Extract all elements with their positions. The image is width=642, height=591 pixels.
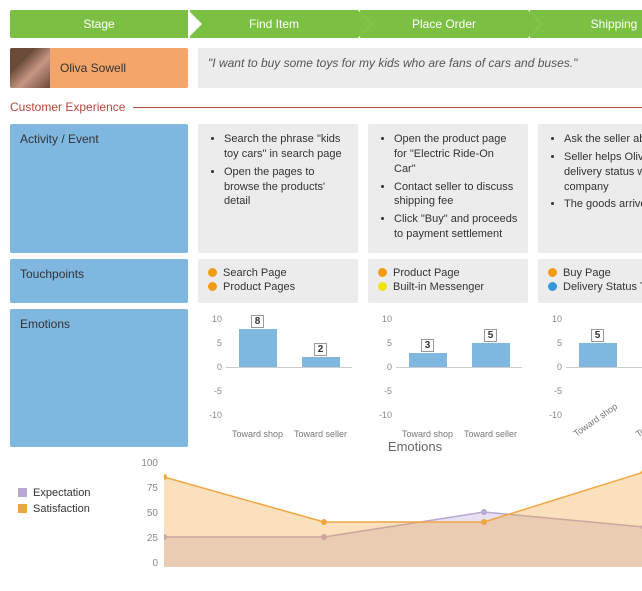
bar: 5 (472, 343, 510, 367)
row-touchpoints: Touchpoints Search Page Product Pages Pro… (10, 259, 642, 303)
list-item: Ask the seller about (564, 132, 642, 147)
divider (133, 107, 642, 108)
y-tick: 10 (540, 314, 562, 324)
touchpoint-label: Delivery Status Tracking (563, 281, 642, 293)
stage-header: Stage (10, 10, 188, 38)
touchpoint-item: Product Page (378, 267, 518, 279)
y-tick: 100 (130, 458, 158, 469)
dot-icon (208, 282, 217, 291)
touchpoint-item: Product Pages (208, 281, 348, 293)
row-activity: Activity / Event Search the phrase "kids… (10, 124, 642, 253)
list-item: Open the pages to browse the products' d… (224, 165, 348, 210)
stage-find-item: Find Item (190, 10, 358, 38)
legend-swatch-purple (18, 488, 27, 497)
y-tick: -5 (370, 386, 392, 396)
line-chart-title: Emotions (388, 439, 442, 454)
list-item: The goods arrived day (564, 197, 642, 212)
persona-row: Oliva Sowell "I want to buy some toys fo… (10, 48, 642, 88)
bar-value: 3 (409, 339, 447, 352)
row-label-emotions: Emotions (10, 309, 188, 447)
avatar (10, 48, 50, 88)
x-category: Toward seller (291, 429, 351, 439)
touchpoints-col-3: Buy Page Delivery Status Tracking (538, 259, 642, 303)
section-title: Customer Experience (10, 100, 125, 114)
dot-icon (378, 268, 387, 277)
emotions-line-block: Expectation Satisfaction Emotions 100755… (10, 457, 642, 577)
bar-value: 8 (239, 315, 277, 328)
bar-value: 5 (472, 329, 510, 342)
list-item: Seller helps Oliva to delivery status wi… (564, 150, 642, 195)
list-item: Contact seller to discuss shipping fee (394, 180, 518, 210)
y-tick: -5 (540, 386, 562, 396)
y-tick: 10 (200, 314, 222, 324)
dot-icon (548, 282, 557, 291)
y-tick: -10 (200, 410, 222, 420)
x-category: Toward shop (228, 429, 288, 439)
y-tick: 25 (130, 533, 158, 544)
x-category: Toward shop (398, 429, 458, 439)
list-item: Search the phrase "kids toy cars" in sea… (224, 132, 348, 162)
persona-card: Oliva Sowell (10, 48, 188, 88)
activity-col-2: Open the product page for "Electric Ride… (368, 124, 528, 253)
row-label-activity: Activity / Event (10, 124, 188, 253)
y-tick: 5 (370, 338, 392, 348)
touchpoint-item: Built-in Messenger (378, 281, 518, 293)
bar: 3 (409, 353, 447, 367)
activity-col-1: Search the phrase "kids toy cars" in sea… (198, 124, 358, 253)
emotions-chart-1: 8 2 10 5 0 -5 -10 Toward shopToward seller (198, 309, 358, 447)
row-label-touchpoints: Touchpoints (10, 259, 188, 303)
y-tick: -10 (540, 410, 562, 420)
dot-icon (378, 282, 387, 291)
bar: 5 (579, 343, 617, 367)
stage-shipping: Shipping (530, 10, 642, 38)
row-emotions: Emotions 821050-5-10Toward shopToward se… (10, 309, 642, 447)
y-tick: -10 (370, 410, 392, 420)
touchpoint-label: Product Page (393, 267, 460, 279)
touchpoint-label: Search Page (223, 267, 287, 279)
bar-value: 5 (579, 329, 617, 342)
persona-name: Oliva Sowell (50, 61, 126, 75)
legend: Expectation Satisfaction (10, 457, 130, 577)
legend-label: Satisfaction (33, 503, 90, 515)
stage-place-order: Place Order (360, 10, 528, 38)
y-tick: 0 (540, 362, 562, 372)
bar: 2 (302, 357, 340, 367)
touchpoint-item: Search Page (208, 267, 348, 279)
section-customer-experience: Customer Experience (10, 100, 642, 114)
y-tick: 5 (200, 338, 222, 348)
touchpoint-label: Buy Page (563, 267, 611, 279)
stage-row: Stage Find Item Place Order Shipping (10, 10, 642, 38)
legend-satisfaction: Satisfaction (18, 503, 122, 515)
legend-swatch-orange (18, 504, 27, 513)
legend-label: Expectation (33, 487, 90, 499)
dot-icon (548, 268, 557, 277)
dot-icon (208, 268, 217, 277)
y-tick: 10 (370, 314, 392, 324)
touchpoint-item: Buy Page (548, 267, 642, 279)
legend-expectation: Expectation (18, 487, 122, 499)
bar: 8 (239, 329, 277, 367)
y-tick: 0 (200, 362, 222, 372)
touchpoint-item: Delivery Status Tracking (548, 281, 642, 293)
line-chart: Emotions 1007550250 (130, 457, 642, 577)
y-tick: 75 (130, 483, 158, 494)
activity-col-3: Ask the seller about Seller helps Oliva … (538, 124, 642, 253)
touchpoint-label: Product Pages (223, 281, 295, 293)
y-tick: 50 (130, 508, 158, 519)
y-tick: 5 (540, 338, 562, 348)
persona-quote: "I want to buy some toys for my kids who… (198, 48, 642, 88)
y-tick: 0 (370, 362, 392, 372)
y-tick: -5 (200, 386, 222, 396)
list-item: Click "Buy" and proceeds to payment sett… (394, 212, 518, 242)
emotions-chart-3: 581050-5-10Toward shopToward seller (538, 309, 642, 447)
emotions-chart-2: 3 5 10 5 0 -5 -10 Toward shopToward seller (368, 309, 528, 447)
touchpoint-label: Built-in Messenger (393, 281, 484, 293)
x-category: Toward seller (461, 429, 521, 439)
list-item: Open the product page for "Electric Ride… (394, 132, 518, 177)
bar-value: 2 (302, 343, 340, 356)
touchpoints-col-1: Search Page Product Pages (198, 259, 358, 303)
y-tick: 0 (130, 558, 158, 569)
touchpoints-col-2: Product Page Built-in Messenger (368, 259, 528, 303)
